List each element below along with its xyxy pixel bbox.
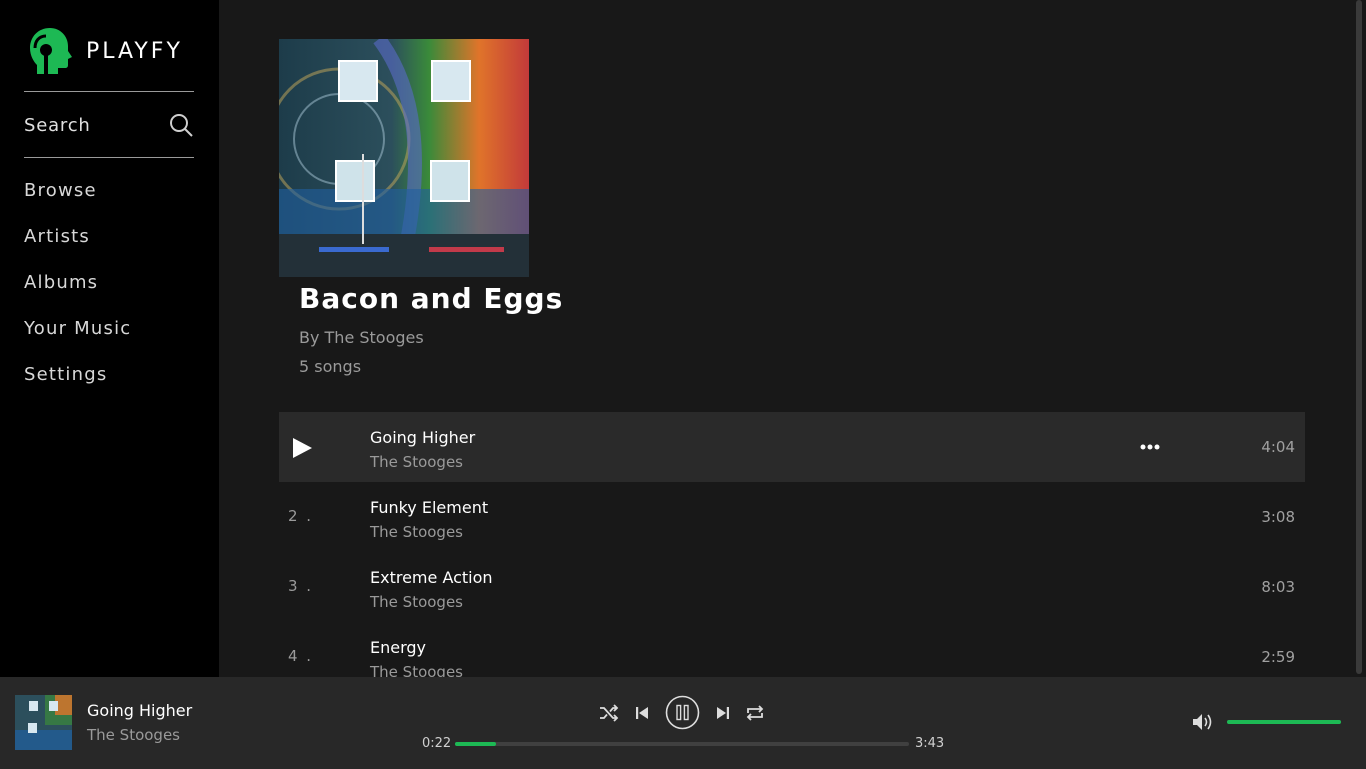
volume-icon[interactable] — [1192, 712, 1214, 732]
track-list: Going Higher The Stooges 4:04 2 . Funky … — [279, 412, 1305, 677]
track-number: 3 . — [288, 577, 314, 595]
play-icon[interactable] — [291, 437, 313, 459]
track-duration: 2:59 — [1261, 648, 1295, 666]
track-duration: 8:03 — [1261, 578, 1295, 596]
track-title: Extreme Action — [370, 568, 493, 587]
track-artist[interactable]: The Stooges — [370, 453, 463, 471]
now-playing-title[interactable]: Going Higher — [87, 701, 192, 720]
track-title: Funky Element — [370, 498, 489, 517]
shuffle-icon[interactable] — [599, 704, 619, 722]
elapsed-time: 0:22 — [422, 736, 452, 751]
more-options-icon[interactable] — [1139, 440, 1161, 454]
sidebar-item-your-music[interactable]: Your Music — [24, 312, 131, 358]
album-artist[interactable]: By The Stooges — [299, 328, 424, 347]
sidebar-item-artists[interactable]: Artists — [24, 220, 131, 266]
album-song-count: 5 songs — [299, 357, 362, 376]
divider — [24, 157, 194, 158]
track-row[interactable]: 2 . Funky Element The Stooges 3:08 — [279, 482, 1305, 552]
sidebar: PLAYFY Search Browse Artists Albums Your… — [0, 0, 219, 677]
sidebar-nav: Browse Artists Albums Your Music Setting… — [24, 174, 131, 404]
volume-fill — [1227, 720, 1341, 724]
track-title: Energy — [370, 638, 427, 657]
scrollbar[interactable] — [1356, 0, 1362, 674]
track-artist[interactable]: The Stooges — [370, 593, 463, 611]
now-playing-artist[interactable]: The Stooges — [87, 726, 180, 744]
now-playing-art — [15, 695, 72, 750]
app-name: PLAYFY — [86, 38, 183, 64]
now-playing-thumbnail[interactable] — [15, 695, 72, 750]
track-title: Going Higher — [370, 428, 476, 447]
track-duration: 3:08 — [1261, 508, 1295, 526]
repeat-icon[interactable] — [745, 704, 765, 722]
track-number: 4 . — [288, 647, 314, 665]
search-icon — [170, 114, 193, 137]
total-time: 3:43 — [915, 736, 945, 751]
sidebar-item-browse[interactable]: Browse — [24, 174, 131, 220]
pause-button[interactable] — [665, 695, 700, 730]
next-icon[interactable] — [715, 705, 731, 721]
sidebar-item-albums[interactable]: Albums — [24, 266, 131, 312]
track-number: 2 . — [288, 507, 314, 525]
search-button[interactable]: Search — [24, 108, 194, 142]
track-artist[interactable]: The Stooges — [370, 523, 463, 541]
player-bar: Going Higher The Stooges 0:22 3:43 — [0, 677, 1366, 769]
sidebar-item-settings[interactable]: Settings — [24, 358, 131, 404]
search-label: Search — [24, 114, 91, 136]
volume-slider[interactable] — [1227, 720, 1341, 724]
progress-bar[interactable] — [455, 742, 909, 746]
track-row[interactable]: 4 . Energy The Stooges 2:59 — [279, 622, 1305, 677]
track-row[interactable]: Going Higher The Stooges 4:04 — [279, 412, 1305, 482]
logo-icon — [30, 28, 72, 74]
track-artist[interactable]: The Stooges — [370, 663, 463, 677]
album-cover-art — [279, 39, 529, 277]
album-title: Bacon and Eggs — [299, 282, 564, 315]
progress-fill — [455, 742, 496, 746]
track-duration: 4:04 — [1261, 438, 1295, 456]
main-content: Bacon and Eggs By The Stooges 5 songs Go… — [219, 0, 1366, 677]
divider — [24, 91, 194, 92]
logo[interactable]: PLAYFY — [28, 26, 183, 76]
track-row[interactable]: 3 . Extreme Action The Stooges 8:03 — [279, 552, 1305, 622]
previous-icon[interactable] — [634, 705, 650, 721]
album-cover — [279, 39, 529, 277]
